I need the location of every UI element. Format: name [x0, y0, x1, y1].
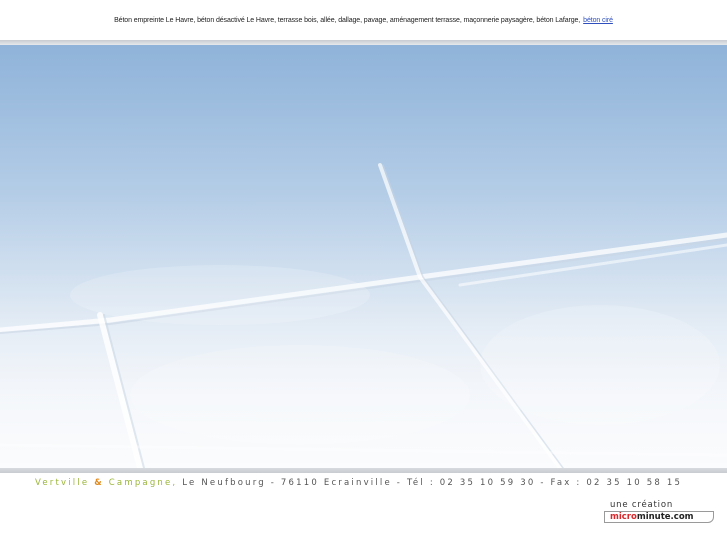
hero-tile-image — [0, 45, 727, 468]
contact-address-text: Le Neufbourg - 76110 Ecrainville - Tél :… — [177, 478, 683, 488]
brand-ampersand: & — [94, 478, 104, 488]
brand-name-part2: Campagne, — [108, 478, 178, 488]
microminute-logo-link[interactable]: microminute.com — [604, 511, 714, 523]
seo-keywords-text: Béton empreinte Le Havre, béton désactiv… — [114, 16, 581, 24]
page: Béton empreinte Le Havre, béton désactiv… — [0, 0, 727, 545]
credit-label: une création — [610, 500, 674, 510]
header-bar: Béton empreinte Le Havre, béton désactiv… — [0, 0, 727, 40]
tile-floor-illustration — [0, 163, 727, 468]
beton-cire-link[interactable]: béton ciré — [583, 17, 613, 24]
credit-block[interactable]: une création microminute.com — [603, 500, 719, 526]
footer: Vertville & Campagne, Le Neufbourg - 761… — [0, 473, 727, 545]
credit-brand-part2: minute.com — [636, 512, 694, 522]
address-line: Vertville & Campagne, Le Neufbourg - 761… — [35, 478, 682, 488]
brand-name-part1: Vertville — [35, 478, 90, 488]
credit-brand-part1: micro — [610, 512, 637, 522]
